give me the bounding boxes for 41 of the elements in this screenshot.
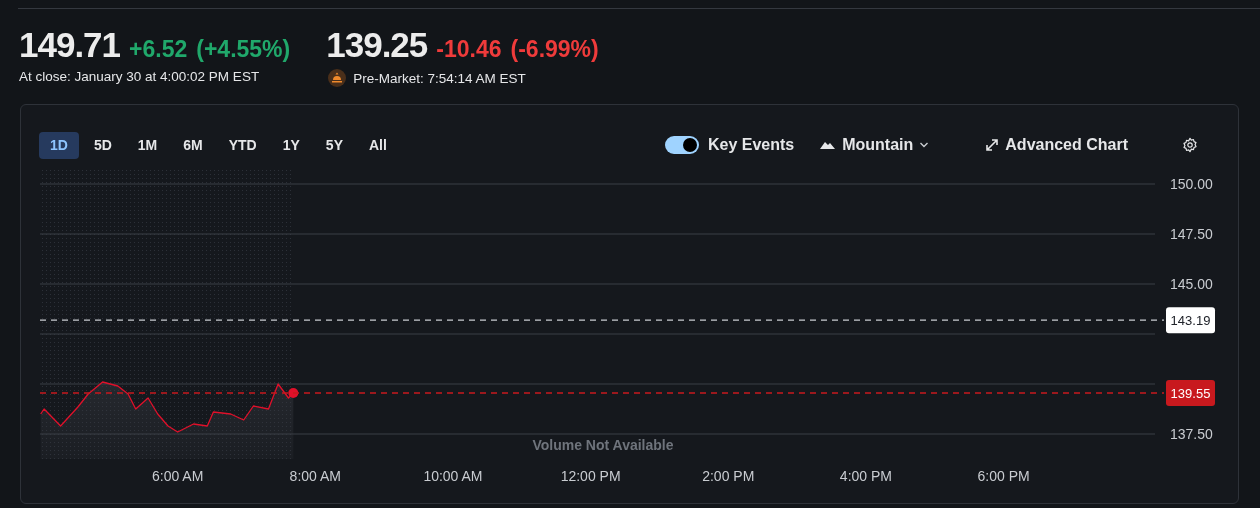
range-tab[interactable]: YTD xyxy=(217,131,268,159)
axis-label: 150.00 xyxy=(1170,176,1213,192)
expand-icon xyxy=(985,138,1000,152)
premarket-price: 139.25 xyxy=(326,25,428,65)
range-tab[interactable]: 1D xyxy=(39,131,79,159)
price-change: +6.52 xyxy=(129,36,188,63)
ref-line-label: 143.19 xyxy=(1170,313,1211,329)
range-tab[interactable]: All xyxy=(357,131,398,159)
advanced-chart-button[interactable]: Advanced Chart xyxy=(985,136,1128,154)
premarket-time: Pre-Market: 7:54:14 AM EST xyxy=(353,70,526,86)
last-price: 149.71 xyxy=(19,25,121,65)
price-tag: 139.55 xyxy=(1166,380,1215,406)
axis-label: 147.50 xyxy=(1170,226,1213,242)
toggle-label: Key Events xyxy=(707,136,795,154)
percent-change: (+4.55%) xyxy=(196,36,291,63)
range-tab[interactable]: 5D xyxy=(82,131,123,159)
axis-label: 8:00 AM xyxy=(289,468,341,484)
price-change: -10.46 xyxy=(436,36,502,63)
volume-note: Volume Not Available xyxy=(532,437,674,453)
axis-label: 145.00 xyxy=(1170,276,1213,292)
chart-type-dropdown[interactable]: Mountain xyxy=(820,136,930,154)
sunrise-icon xyxy=(328,69,347,87)
toggle-switch[interactable] xyxy=(664,136,699,154)
range-tab[interactable]: 6M xyxy=(172,131,214,159)
ref-line-label: 139.55 xyxy=(1170,386,1211,401)
axis-label: 2:00 PM xyxy=(702,468,755,484)
range-tab[interactable]: 1Y xyxy=(271,131,311,159)
axis-label: 4:00 PM xyxy=(839,468,892,484)
axis-label: 6:00 PM xyxy=(977,468,1030,484)
percent-change: (-6.99%) xyxy=(510,36,599,63)
chevron-down-icon xyxy=(919,141,930,149)
axis-label: 6:00 AM xyxy=(151,468,204,484)
axis-label: 10:00 AM xyxy=(423,468,483,484)
range-tab[interactable]: 1M xyxy=(126,131,169,159)
axis-label: 12:00 PM xyxy=(560,468,621,484)
mountain-icon xyxy=(820,140,837,150)
range-tab[interactable]: 5Y xyxy=(314,131,354,159)
price-tag: 143.19 xyxy=(1166,307,1215,334)
settings-icon[interactable] xyxy=(1182,137,1198,153)
axis-label: 137.50 xyxy=(1170,426,1213,442)
close-time: At close: January 30 at 4:00:02 PM EST xyxy=(19,69,261,84)
